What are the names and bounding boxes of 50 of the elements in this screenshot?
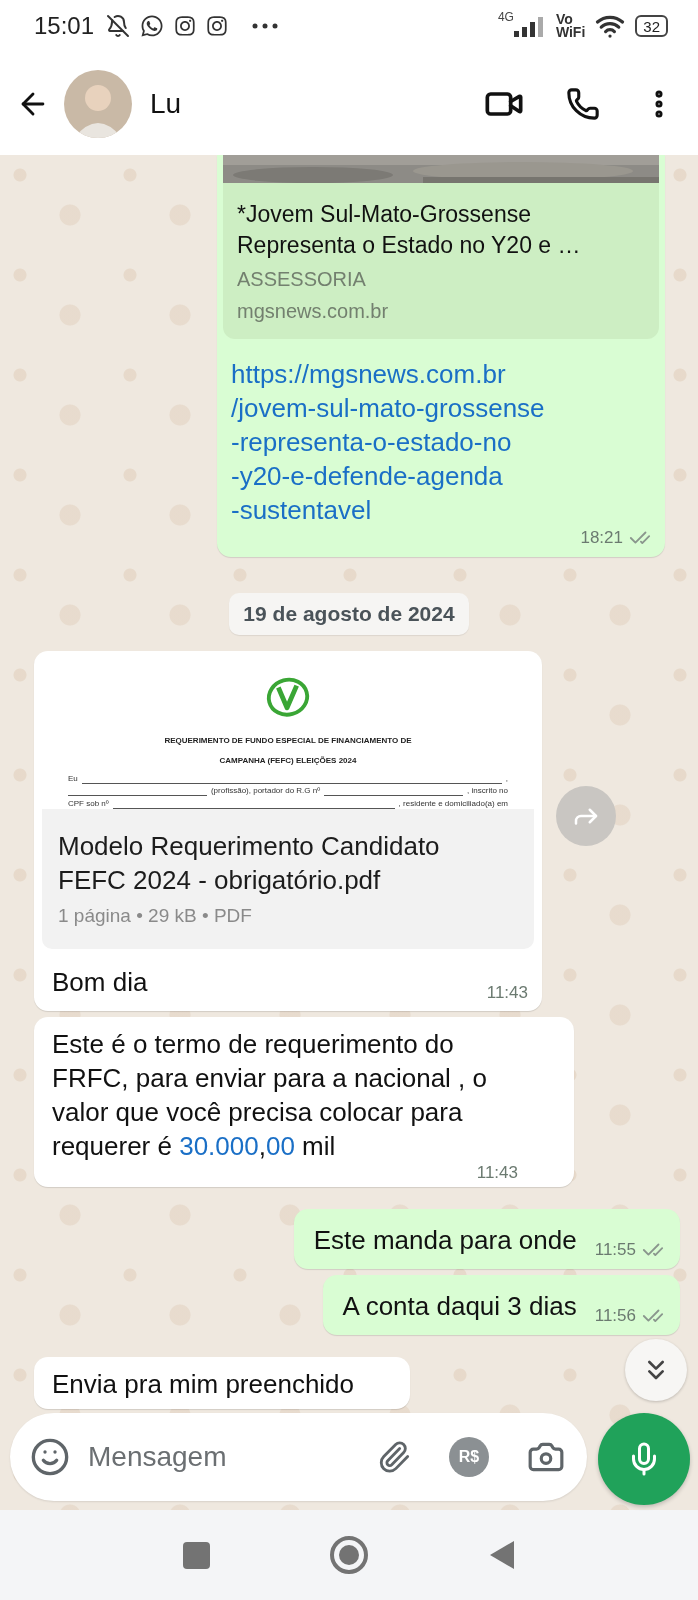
status-time: 15:01 (34, 12, 95, 40)
preview-title: *Jovem Sul-Mato-Grossense Representa o Estado no Y20 e … (237, 200, 582, 260)
number-link[interactable]: 00 (265, 1131, 295, 1161)
phone-icon[interactable] (566, 86, 600, 121)
chat-bubble-icon (140, 14, 165, 38)
message-time: 11:43 (486, 983, 528, 1003)
message-time: 18:21 (580, 528, 623, 548)
network-type: 4G (497, 10, 514, 24)
date-label: 19 de agosto de 2024 (229, 593, 469, 635)
file-name: Modelo Requerimento Candidato FEFC 2024 - obrigatório.pdf (58, 830, 441, 897)
volte-label: Vo (555, 13, 573, 26)
preview-source: ASSESSORIA (237, 267, 367, 292)
volte-label: WiFi (555, 26, 586, 39)
microphone-button[interactable] (598, 1413, 690, 1505)
url-link[interactable]: https://mgsnews.com.br /jovem-sul-mato-grossense -representa-o-estado-no -y20-e-defende-agenda -sustentavel (223, 339, 659, 527)
document-text: Eu (68, 773, 78, 784)
message-time: 11:55 (594, 1240, 636, 1260)
document-text: , residente e domiciliado(a) em (398, 799, 508, 809)
message-text: A conta daqui 3 dias (342, 1290, 577, 1323)
file-details: 1 página • 29 kB • PDF (58, 905, 253, 927)
message-field[interactable]: Mensagem R$ (10, 1413, 587, 1501)
document-heading: CAMPANHA (FEFC) ELEIÇÕES 2024 (219, 755, 357, 768)
document-heading: REQUERIMENTO DE FUNDO ESPECIAL DE FINANCIAMENTO DE (164, 735, 412, 748)
more-icon (252, 23, 279, 29)
document-text: (profissão), portador do R.G nº (210, 786, 321, 797)
paperclip-icon[interactable] (377, 1440, 411, 1474)
message-text: Este manda para onde (313, 1224, 577, 1257)
camera-icon (174, 15, 197, 37)
home-button[interactable] (329, 1536, 368, 1574)
document-text: , (505, 773, 508, 784)
message-time: 11:56 (594, 1306, 636, 1326)
message-time: 11:43 (476, 1163, 518, 1183)
signal-icon (513, 15, 546, 37)
message-text: Envia pra mim preenchido (52, 1368, 355, 1401)
recents-button[interactable] (182, 1541, 210, 1569)
contact-name[interactable]: Lu (150, 87, 470, 120)
document-text: , inscrito no (467, 786, 508, 797)
message-text: Bom dia (52, 966, 148, 999)
bell-off-icon (106, 14, 131, 38)
preview-domain: mgsnews.com.br (237, 299, 390, 324)
link-preview-card[interactable]: *Jovem Sul-Mato-Grossense Representa o Estado no Y20 e … ASSESSORIA mgsnews.com.br (223, 183, 659, 339)
file-info-panel[interactable]: Modelo Requerimento Candidato FEFC 2024 - obrigatório.pdf 1 página • 29 kB • PDF (42, 809, 534, 949)
payment-icon[interactable]: R$ (449, 1437, 489, 1477)
message-text: Este é o termo de requerimento do FRFC, para enviar para a nacional , o valor que você precisa colocar para requerer é 30.000,00 mil (52, 1028, 488, 1163)
scroll-down-button[interactable] (625, 1339, 687, 1401)
document-text: CPF sob nº (68, 799, 109, 809)
camera-icon (206, 15, 229, 37)
number-link[interactable]: 30.000 (179, 1131, 259, 1161)
emoji-icon[interactable] (30, 1437, 70, 1477)
battery-icon: 32 (635, 15, 668, 37)
